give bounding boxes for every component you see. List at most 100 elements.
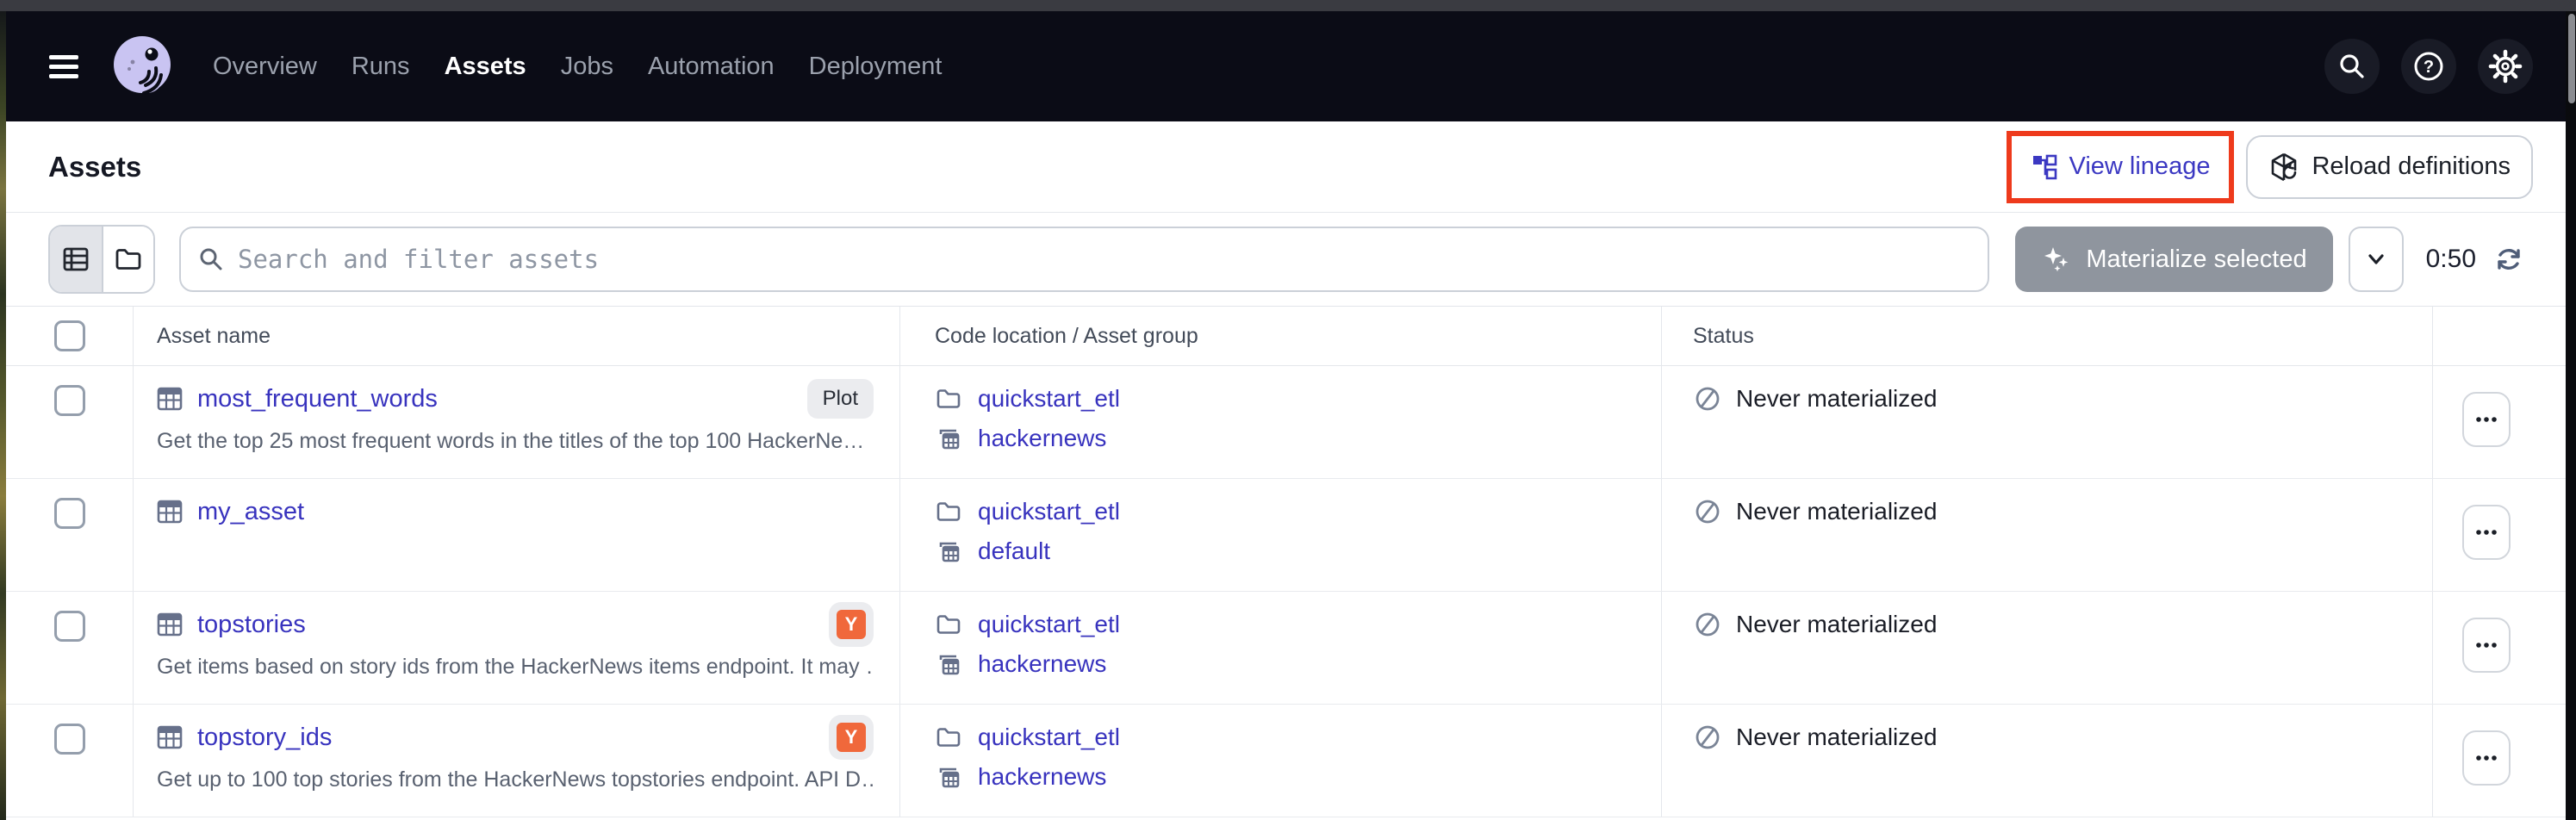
status-text: Never materialized: [1736, 611, 1937, 638]
column-header-status: Status: [1662, 307, 2433, 365]
column-header-location: Code location / Asset group: [900, 307, 1662, 365]
dagster-logo-icon[interactable]: [109, 34, 175, 99]
asset-name-link[interactable]: topstory_ids: [197, 724, 332, 752]
y-combinator-icon: Y: [837, 610, 866, 639]
select-all-checkbox[interactable]: [54, 320, 85, 351]
asset-group-link[interactable]: hackernews: [978, 425, 1106, 452]
materialize-selected-label: Materialize selected: [2086, 245, 2306, 274]
row-actions-button[interactable]: [2462, 618, 2511, 673]
asset-kind-badge: Plot: [807, 379, 874, 419]
table-row: topstories Y Get items based on story id…: [6, 592, 2566, 705]
row-checkbox[interactable]: [54, 498, 85, 529]
reload-definitions-button[interactable]: Reload definitions: [2246, 135, 2533, 199]
asset-table-icon: [157, 612, 183, 637]
asset-table-icon: [157, 499, 183, 525]
materialize-selected-button[interactable]: Materialize selected: [2015, 227, 2332, 292]
never-materialized-icon: [1693, 384, 1722, 413]
scrollbar-thumb[interactable]: [2568, 14, 2575, 103]
asset-group-link[interactable]: hackernews: [978, 763, 1106, 791]
folder-icon: [935, 498, 962, 525]
row-actions-button[interactable]: [2462, 730, 2511, 786]
row-actions-button[interactable]: [2462, 505, 2511, 560]
row-actions-button[interactable]: [2462, 392, 2511, 447]
row-checkbox[interactable]: [54, 385, 85, 416]
reload-definitions-label: Reload definitions: [2312, 152, 2511, 181]
refresh-icon: [2492, 243, 2525, 276]
nav-right-icons: ?: [2324, 39, 2533, 94]
asset-group-icon: [935, 763, 962, 791]
table-row: my_asset quickstart_etl default: [6, 479, 2566, 592]
table-row: most_frequent_words Plot Get the top 25 …: [6, 366, 2566, 479]
y-combinator-icon: Y: [837, 723, 866, 752]
top-nav: Overview Runs Assets Jobs Automation Dep…: [6, 11, 2566, 121]
view-mode-toggle: [48, 225, 155, 294]
nav-item-assets[interactable]: Assets: [445, 53, 526, 81]
materialize-dropdown-button[interactable]: [2349, 227, 2404, 292]
kebab-icon: [2474, 415, 2498, 424]
annotation-highlight-box: View lineage: [2007, 131, 2235, 203]
folder-view-icon: [114, 245, 143, 274]
asset-group-icon: [935, 425, 962, 452]
screen-top-strip: [0, 0, 2576, 11]
hamburger-menu-icon[interactable]: [49, 55, 78, 78]
folder-icon: [935, 611, 962, 638]
asset-name-link[interactable]: my_asset: [197, 498, 304, 526]
row-checkbox[interactable]: [54, 611, 85, 642]
code-location-link[interactable]: quickstart_etl: [978, 385, 1120, 413]
asset-table-icon: [157, 386, 183, 412]
asset-name-link[interactable]: topstories: [197, 611, 306, 639]
search-filter-box[interactable]: [179, 227, 1989, 292]
code-location-link[interactable]: quickstart_etl: [978, 724, 1120, 751]
window-right-edge: [2566, 11, 2576, 820]
never-materialized-icon: [1693, 723, 1722, 752]
table-header-row: Asset name Code location / Asset group S…: [6, 306, 2566, 366]
kebab-icon: [2474, 754, 2498, 762]
folder-view-button[interactable]: [102, 227, 153, 292]
page-title: Assets: [48, 151, 141, 183]
column-header-asset-name: Asset name: [134, 307, 900, 365]
reload-cube-icon: [2268, 152, 2299, 183]
refresh-countdown: 0:50: [2426, 245, 2476, 274]
folder-icon: [935, 724, 962, 751]
nav-item-deployment[interactable]: Deployment: [809, 53, 943, 81]
code-location-link[interactable]: quickstart_etl: [978, 498, 1120, 525]
desktop-wallpaper-sliver: [0, 11, 6, 820]
nav-item-automation[interactable]: Automation: [648, 53, 775, 81]
view-lineage-label: View lineage: [2069, 152, 2211, 181]
nav-item-jobs[interactable]: Jobs: [561, 53, 613, 81]
refresh-button[interactable]: [2490, 240, 2528, 278]
header-actions: View lineage Reload definitions: [2007, 131, 2533, 203]
hackernews-badge: Y: [829, 602, 874, 647]
nav-item-overview[interactable]: Overview: [213, 53, 317, 81]
asset-group-link[interactable]: hackernews: [978, 650, 1106, 678]
never-materialized-icon: [1693, 497, 1722, 526]
asset-table-icon: [157, 724, 183, 750]
search-input[interactable]: [236, 244, 1970, 275]
asset-description: Get items based on story ids from the Ha…: [157, 655, 874, 680]
help-button[interactable]: ?: [2401, 39, 2456, 94]
table-row: topstory_ids Y Get up to 100 top stories…: [6, 705, 2566, 817]
view-lineage-button[interactable]: View lineage: [2012, 136, 2230, 198]
search-button[interactable]: [2324, 39, 2380, 94]
sparkle-icon: [2041, 244, 2072, 275]
page-header: Assets View lineage: [6, 121, 2566, 213]
row-checkbox[interactable]: [54, 724, 85, 755]
never-materialized-icon: [1693, 610, 1722, 639]
code-location-link[interactable]: quickstart_etl: [978, 611, 1120, 638]
asset-group-icon: [935, 537, 962, 565]
asset-group-icon: [935, 650, 962, 678]
kebab-icon: [2474, 528, 2498, 537]
search-icon: [2337, 52, 2367, 81]
hackernews-badge: Y: [829, 715, 874, 760]
status-text: Never materialized: [1736, 498, 1937, 525]
asset-description: Get the top 25 most frequent words in th…: [157, 429, 874, 454]
asset-name-link[interactable]: most_frequent_words: [197, 385, 438, 413]
list-view-button[interactable]: [50, 227, 102, 292]
nav-links: Overview Runs Assets Jobs Automation Dep…: [213, 53, 942, 81]
status-text: Never materialized: [1736, 385, 1937, 413]
settings-button[interactable]: [2478, 39, 2533, 94]
svg-text:?: ?: [2424, 58, 2434, 77]
lineage-icon: [2031, 153, 2058, 181]
asset-group-link[interactable]: default: [978, 537, 1050, 565]
nav-item-runs[interactable]: Runs: [352, 53, 410, 81]
